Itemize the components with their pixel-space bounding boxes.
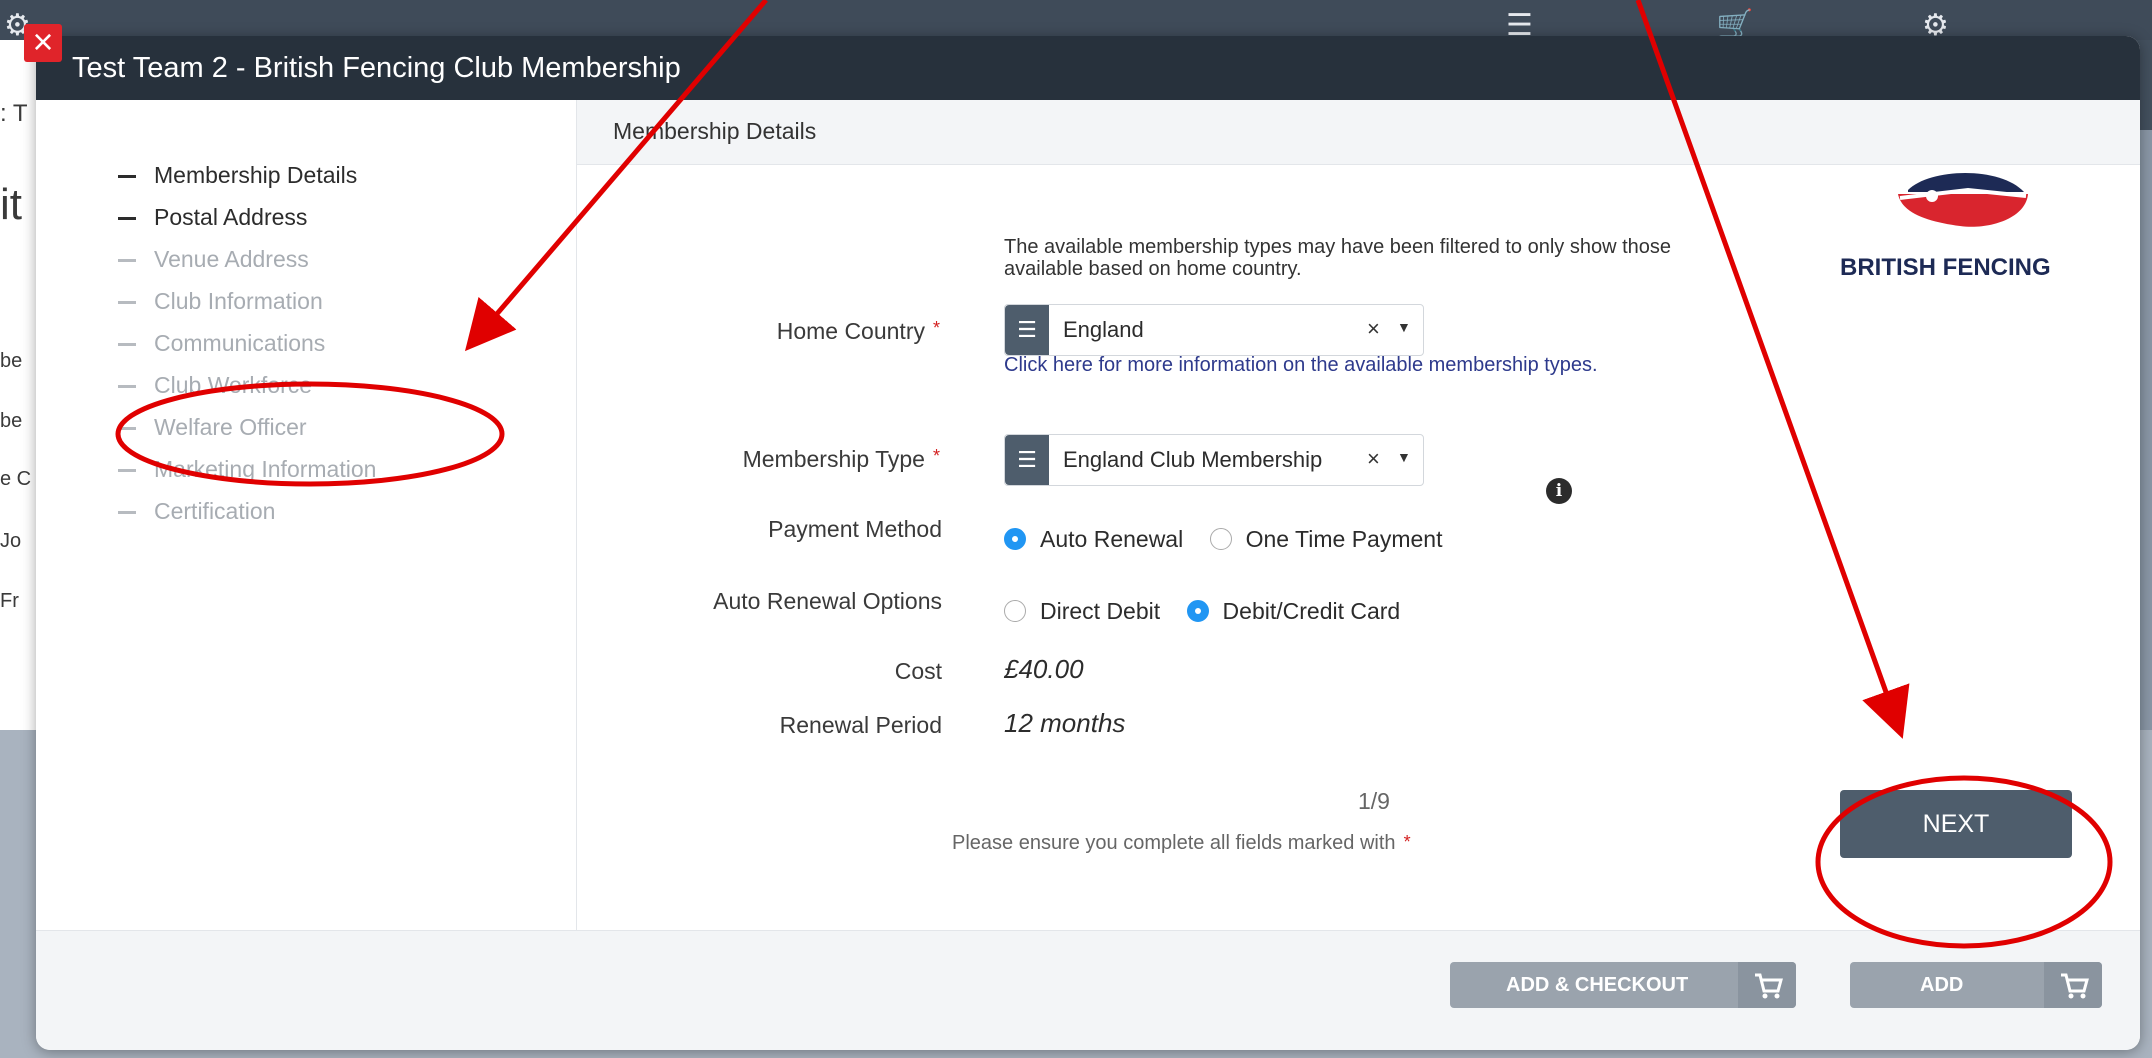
dash-icon <box>118 301 136 305</box>
home-country-label: Home Country * <box>540 318 940 345</box>
step-label: Venue Address <box>154 246 309 272</box>
radio-label: Debit/Credit Card <box>1222 598 1401 624</box>
step-label: Club Workforce <box>154 372 313 398</box>
step-postal-address[interactable]: Postal Address <box>118 204 307 231</box>
fencer-icon <box>1898 173 2028 227</box>
background-text: e C <box>0 468 32 490</box>
dash-icon <box>118 469 136 473</box>
dash-icon <box>118 511 136 515</box>
dash-icon <box>118 385 136 389</box>
dash-icon <box>118 217 136 221</box>
radio-unchecked-icon <box>1004 599 1026 622</box>
background-toolbar: ⚙ ☰ 🛒 ⚙ <box>0 0 2152 42</box>
steps-sidebar: Membership Details Postal Address Venue … <box>36 100 577 930</box>
label-text: Membership Type <box>742 446 925 472</box>
background-text: Fr <box>0 590 19 612</box>
close-button[interactable]: × <box>24 24 62 62</box>
background-text: : T <box>0 100 28 127</box>
chevron-down-icon[interactable]: ▼ <box>1397 449 1411 465</box>
label-text: Home Country <box>776 318 925 344</box>
dash-icon <box>118 259 136 263</box>
next-button[interactable]: NEXT <box>1840 790 2072 858</box>
radio-label: Direct Debit <box>1040 598 1161 624</box>
logo-text: BRITISH FENCING <box>1840 254 2051 281</box>
step-counter: 1/9 <box>1358 788 1390 814</box>
step-label: Communications <box>154 330 326 356</box>
panel-heading: Membership Details <box>577 100 2140 165</box>
radio-unchecked-icon <box>1209 527 1232 550</box>
step-label: Welfare Officer <box>154 414 307 440</box>
step-label: Membership Details <box>154 162 358 188</box>
modal-title: Test Team 2 - British Fencing Club Membe… <box>72 52 681 84</box>
background-text: it <box>0 180 22 229</box>
membership-type-select[interactable]: ☰ England Club Membership × ▼ <box>1004 434 1424 486</box>
select-value: England <box>1063 317 1144 342</box>
filter-info-text: The available membership types may have … <box>1004 236 1672 280</box>
select-value: England Club Membership <box>1063 447 1323 472</box>
step-label: Marketing Information <box>154 456 377 482</box>
modal-footer <box>36 930 2140 1050</box>
close-icon: × <box>32 21 54 62</box>
cost-label: Cost <box>894 658 942 684</box>
radio-checked-icon <box>1186 599 1209 622</box>
dash-icon <box>118 175 136 179</box>
step-venue-address[interactable]: Venue Address <box>118 246 309 273</box>
radio-checked-icon <box>1004 527 1026 550</box>
step-welfare-officer[interactable]: Welfare Officer <box>118 414 307 441</box>
auto-renewal-group: Direct Debit Debit/Credit Card <box>1004 598 1420 625</box>
membership-type-label: Membership Type * <box>540 446 940 473</box>
dash-icon <box>118 427 136 431</box>
auto-renewal-options-label: Auto Renewal Options <box>713 588 942 614</box>
payment-method-label: Payment Method <box>768 516 942 542</box>
step-club-information[interactable]: Club Information <box>118 288 323 315</box>
payment-method-group: Auto Renewal One Time Payment <box>1004 526 1462 553</box>
radio-direct-debit[interactable]: Direct Debit <box>1004 598 1160 625</box>
step-certification[interactable]: Certification <box>118 498 275 525</box>
step-label: Club Information <box>154 288 323 314</box>
button-label: ADD <box>1920 974 1964 996</box>
clear-icon[interactable]: × <box>1367 446 1380 472</box>
home-country-select[interactable]: ☰ England × ▼ <box>1004 304 1424 356</box>
radio-debit-credit-card[interactable]: Debit/Credit Card <box>1186 598 1401 625</box>
step-marketing-information[interactable]: Marketing Information <box>118 456 376 483</box>
modal-header: Test Team 2 - British Fencing Club Membe… <box>36 36 2140 100</box>
add-checkout-button[interactable]: ADD & CHECKOUT <box>1450 962 1796 1008</box>
add-button[interactable]: ADD <box>1850 962 2102 1008</box>
renewal-period-label: Renewal Period <box>779 712 942 738</box>
background-text: Jo <box>0 530 22 552</box>
required-mark: * <box>1403 832 1411 852</box>
step-label: Postal Address <box>154 204 308 230</box>
cost-value: £40.00 <box>1004 654 1084 684</box>
background-text: be <box>0 410 23 432</box>
radio-auto-renewal[interactable]: Auto Renewal <box>1004 526 1183 553</box>
required-fields-notice: Please ensure you complete all fields ma… <box>952 832 1411 855</box>
panel-heading-text: Membership Details <box>613 118 817 144</box>
step-club-workforce[interactable]: Club Workforce <box>118 372 312 399</box>
clear-icon[interactable]: × <box>1367 316 1380 342</box>
step-communications[interactable]: Communications <box>118 330 325 357</box>
required-mark: * <box>932 446 940 466</box>
dash-icon <box>118 343 136 347</box>
membership-types-link[interactable]: Click here for more information on the a… <box>1004 354 1598 377</box>
required-mark: * <box>932 318 940 338</box>
radio-label: One Time Payment <box>1245 526 1443 552</box>
info-icon[interactable]: i <box>1546 478 1572 504</box>
renewal-period-value: 12 months <box>1004 708 1126 738</box>
button-label: ADD & CHECKOUT <box>1506 974 1689 996</box>
list-icon: ☰ <box>1005 435 1049 485</box>
radio-one-time-payment[interactable]: One Time Payment <box>1209 526 1443 553</box>
cart-icon <box>1738 962 1796 1008</box>
cart-icon <box>2044 962 2102 1008</box>
notice-text: Please ensure you complete all fields ma… <box>952 832 1396 854</box>
chevron-down-icon[interactable]: ▼ <box>1397 319 1411 335</box>
background-text: be <box>0 350 23 372</box>
list-icon: ☰ <box>1005 305 1049 355</box>
step-label: Certification <box>154 498 276 524</box>
step-membership-details[interactable]: Membership Details <box>118 162 357 189</box>
radio-label: Auto Renewal <box>1040 526 1184 552</box>
